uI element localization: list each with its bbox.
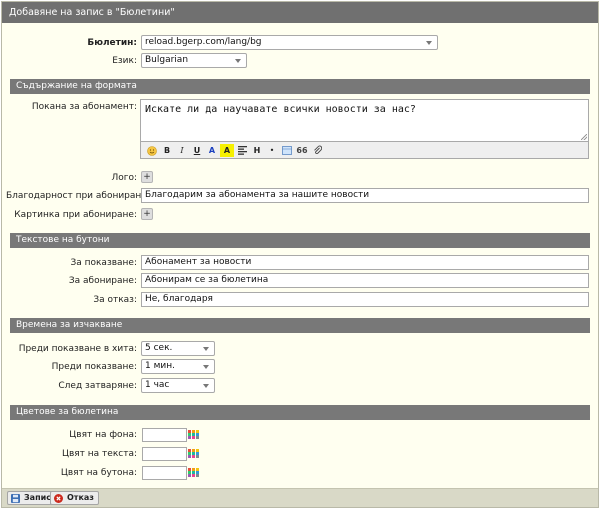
text-color-button[interactable]: A [205,144,219,157]
quote-button[interactable]: 66 [295,144,309,157]
decline-input[interactable]: Не, благодаря [141,292,589,307]
cancel-icon [54,494,63,503]
show-input[interactable]: Абонамент за новости [141,255,589,270]
dialog-title: Добавяне на запис в "Бюлетини" [2,2,598,23]
chevron-down-icon [426,41,432,45]
decline-label: За отказ: [93,295,137,305]
button-color-input[interactable] [142,466,187,480]
save-button-label: Запис [24,493,51,502]
subscribe-input[interactable]: Абонирам се за бюлетина [141,273,589,288]
thanks-label: Благодарност при абониране: [6,191,150,201]
palette-icon[interactable] [188,430,199,439]
save-button[interactable]: Запис [7,491,56,505]
bg-color-label: Цвят на фона: [69,430,137,440]
rich-text-toolbar: B I U A A H • 66 [140,142,589,159]
section-timing-header: Времена за изчакване [10,318,590,333]
palette-icon[interactable] [188,468,199,477]
bg-color-input[interactable] [142,428,187,442]
invitation-label: Покана за абонамент: [31,102,137,112]
after-close-select[interactable]: 1 час [141,378,215,393]
before-hit-label: Преди показване в хита: [18,344,137,354]
before-show-select[interactable]: 1 мин. [141,359,215,374]
resize-handle-icon[interactable] [581,134,587,140]
text-color-input[interactable] [142,447,187,461]
before-show-select-value: 1 мин. [145,361,175,371]
chevron-down-icon [203,384,209,388]
before-show-label: Преди показване: [51,362,137,372]
subscribe-label: За абониране: [68,276,137,286]
language-select-value: Bulgarian [145,55,189,65]
bulletin-label: Бюлетин: [87,38,137,48]
table-icon[interactable] [280,144,294,157]
section-colors-header: Цветове за бюлетина [10,405,590,420]
language-label: Език: [112,56,137,66]
italic-button[interactable]: I [175,144,189,157]
button-color-label: Цвят на бутона: [60,468,137,478]
cancel-button-label: Отказ [67,493,94,502]
section-content-header: Съдържание на формата [10,79,590,94]
heading-button[interactable]: H [250,144,264,157]
add-record-dialog: Добавяне на запис в "Бюлетини" Бюлетин: … [1,1,599,508]
before-hit-select[interactable]: 5 сек. [141,341,215,356]
invitation-text: Искате ли да научавате всички новости за… [145,104,416,115]
chevron-down-icon [235,59,241,63]
thanks-input[interactable]: Благодарим за абонамента за нашите новос… [141,188,589,203]
before-hit-select-value: 5 сек. [145,343,173,353]
bulletin-select-value: reload.bgerp.com/lang/bg [145,37,262,47]
chevron-down-icon [203,365,209,369]
bold-button[interactable]: B [160,144,174,157]
chevron-down-icon [203,347,209,351]
language-select[interactable]: Bulgarian [141,53,247,68]
highlight-button[interactable]: A [220,144,234,157]
bullet-list-button[interactable]: • [265,144,279,157]
after-close-label: След затваряне: [58,381,137,391]
image-label: Картинка при абониране: [14,210,137,220]
align-icon[interactable] [235,144,249,157]
dialog-footer: Запис Отказ [2,488,598,507]
cancel-button[interactable]: Отказ [50,491,99,505]
attachment-icon[interactable] [310,144,324,157]
smiley-icon[interactable] [145,144,159,157]
logo-label: Лого: [111,173,137,183]
underline-button[interactable]: U [190,144,204,157]
show-label: За показване: [70,258,137,268]
save-icon [11,494,20,503]
palette-icon[interactable] [188,449,199,458]
text-color-label: Цвят на текста: [61,449,137,459]
add-image-button[interactable]: + [141,208,153,220]
section-buttons-header: Текстове на бутони [10,233,590,248]
after-close-select-value: 1 час [145,380,170,390]
bulletin-select[interactable]: reload.bgerp.com/lang/bg [141,35,438,50]
invitation-textarea[interactable]: Искате ли да научавате всички новости за… [140,99,589,142]
add-logo-button[interactable]: + [141,171,153,183]
